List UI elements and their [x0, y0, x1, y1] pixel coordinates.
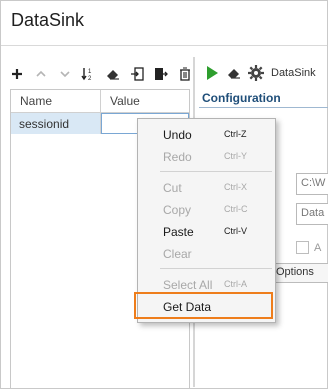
context-menu: Undo Ctrl-Z Redo Ctrl-Y Cut Ctrl-X Copy …	[134, 118, 276, 323]
gear-icon[interactable]	[247, 64, 265, 82]
column-header-name[interactable]: Name	[11, 90, 101, 112]
tab-options[interactable]: Options	[271, 263, 328, 283]
menu-item-redo[interactable]: Redo Ctrl-Y	[138, 145, 275, 167]
delete-icon[interactable]	[176, 65, 194, 83]
breadcrumb: DataSink	[271, 67, 316, 79]
svg-text:1: 1	[88, 69, 92, 75]
add-icon[interactable]	[8, 65, 26, 83]
import-icon[interactable]	[128, 65, 146, 83]
configuration-toolbar: DataSink	[203, 63, 316, 83]
menu-separator	[160, 268, 272, 269]
menu-item-undo[interactable]: Undo Ctrl-Z	[138, 123, 275, 145]
sort-icon[interactable]: 12	[80, 65, 98, 83]
option-checkbox[interactable]: A	[296, 241, 321, 254]
menu-separator	[160, 171, 272, 172]
column-header-value[interactable]: Value	[101, 90, 189, 112]
move-up-icon[interactable]	[32, 65, 50, 83]
grid-header: Name Value	[11, 90, 189, 113]
parameters-toolbar: 12	[8, 65, 200, 83]
configuration-title: Configuration	[202, 91, 281, 105]
window-title: DataSink	[11, 10, 85, 30]
app-window: DataSink 12 Name Value sessionid DataSin…	[0, 0, 328, 389]
checkbox[interactable]	[296, 241, 309, 254]
title-divider	[1, 45, 327, 46]
title-bar: DataSink	[1, 1, 327, 45]
menu-item-paste[interactable]: Paste Ctrl-V	[138, 220, 275, 242]
run-icon[interactable]	[203, 64, 221, 82]
configuration-divider	[199, 107, 328, 108]
menu-item-get-data[interactable]: Get Data	[134, 292, 275, 319]
move-down-icon[interactable]	[56, 65, 74, 83]
menu-item-copy[interactable]: Copy Ctrl-C	[138, 198, 275, 220]
eraser-icon[interactable]	[225, 64, 243, 82]
path-field[interactable]: C:\W	[296, 173, 328, 195]
menu-item-cut[interactable]: Cut Ctrl-X	[138, 176, 275, 198]
eraser-icon[interactable]	[104, 65, 122, 83]
cell-name[interactable]: sessionid	[11, 113, 101, 134]
menu-item-clear[interactable]: Clear	[138, 242, 275, 264]
export-icon[interactable]	[152, 65, 170, 83]
svg-text:2: 2	[88, 76, 92, 81]
data-field[interactable]: Data	[296, 203, 328, 225]
